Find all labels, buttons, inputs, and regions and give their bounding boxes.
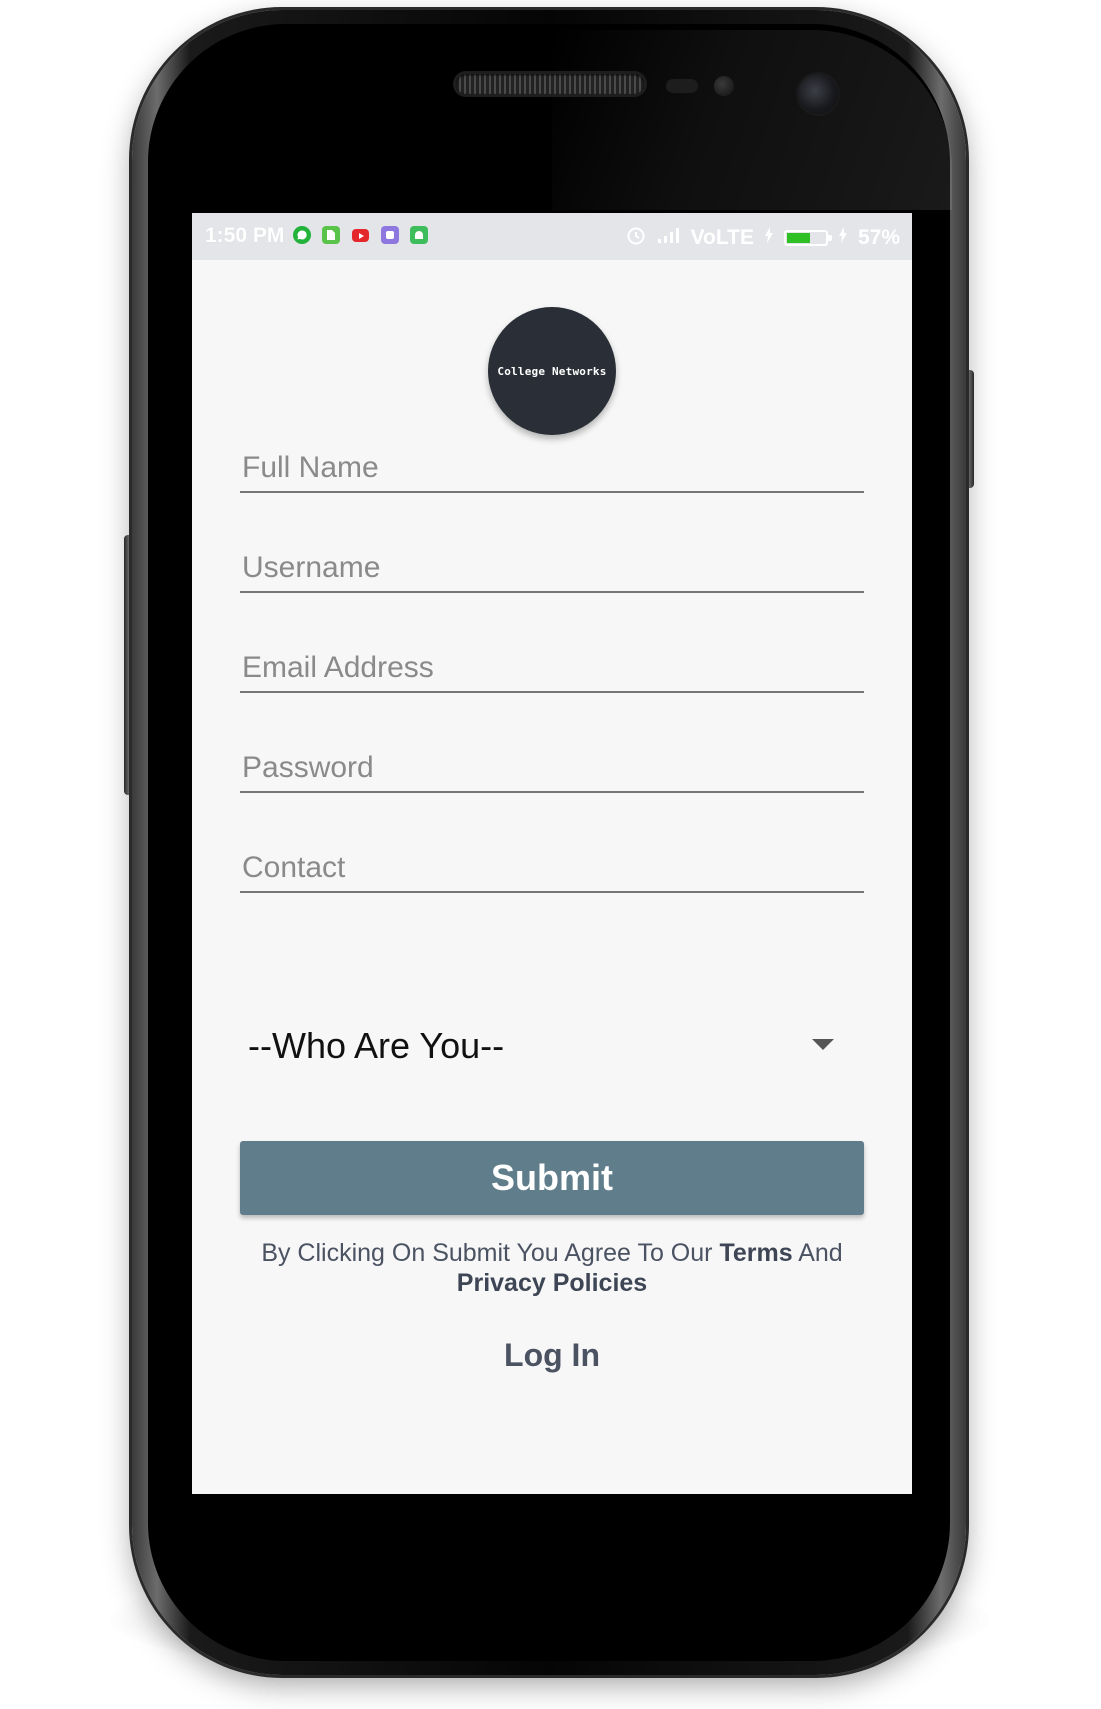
password-input[interactable] bbox=[242, 751, 852, 785]
earpiece-speaker bbox=[456, 74, 644, 94]
contact-input[interactable] bbox=[242, 851, 852, 885]
battery-icon bbox=[783, 230, 832, 246]
role-dropdown[interactable]: --Who Are You-- bbox=[240, 1009, 864, 1081]
password-field bbox=[240, 723, 864, 793]
role-dropdown-value: --Who Are You-- bbox=[248, 1025, 505, 1066]
app-icon bbox=[381, 226, 399, 244]
alarm-icon bbox=[625, 224, 647, 252]
device-mockup: 1:50 PM VoLTE 57% College Networks Full … bbox=[0, 0, 1101, 1709]
email-field bbox=[240, 623, 864, 693]
terms-link[interactable]: Terms bbox=[719, 1239, 792, 1267]
battery-tip bbox=[827, 235, 832, 241]
terms-notice: By Clicking On Submit You Agree To Our T… bbox=[212, 1238, 892, 1298]
front-camera bbox=[798, 74, 838, 114]
battery-percent: 57% bbox=[857, 226, 900, 249]
whatsapp-icon bbox=[293, 226, 311, 244]
full-name-field bbox=[240, 423, 864, 493]
app-logo: College Networks bbox=[488, 307, 616, 435]
status-bar: 1:50 PM VoLTE 57% bbox=[192, 213, 912, 260]
username-field bbox=[240, 523, 864, 593]
charging-bolt-icon bbox=[838, 226, 848, 250]
submit-button[interactable]: Submit bbox=[240, 1141, 864, 1215]
light-sensor bbox=[714, 76, 734, 96]
terms-middle: And bbox=[792, 1239, 843, 1267]
youtube-icon bbox=[352, 229, 369, 242]
email-input[interactable] bbox=[242, 651, 852, 685]
dropdown-arrow-icon bbox=[812, 1039, 834, 1050]
terms-prefix: By Clicking On Submit You Agree To Our bbox=[261, 1239, 720, 1267]
signal-icon bbox=[657, 226, 681, 250]
username-input[interactable] bbox=[242, 551, 852, 585]
logo-text: College Networks bbox=[497, 364, 607, 378]
full-name-input[interactable] bbox=[242, 451, 852, 485]
android-icon bbox=[410, 226, 428, 244]
privacy-policies-link[interactable]: Privacy Policies bbox=[457, 1269, 647, 1297]
sim-icon bbox=[322, 226, 340, 244]
status-time: 1:50 PM bbox=[205, 224, 285, 247]
app-screen: 1:50 PM VoLTE 57% College Networks Full … bbox=[192, 213, 912, 1494]
charging-icon bbox=[764, 226, 774, 250]
proximity-sensor bbox=[666, 79, 698, 93]
status-right-group: VoLTE 57% bbox=[625, 224, 900, 252]
contact-field bbox=[240, 823, 864, 893]
battery-level-fill bbox=[786, 233, 810, 243]
network-type: VoLTE bbox=[690, 226, 754, 249]
login-link[interactable]: Log In bbox=[452, 1337, 652, 1374]
